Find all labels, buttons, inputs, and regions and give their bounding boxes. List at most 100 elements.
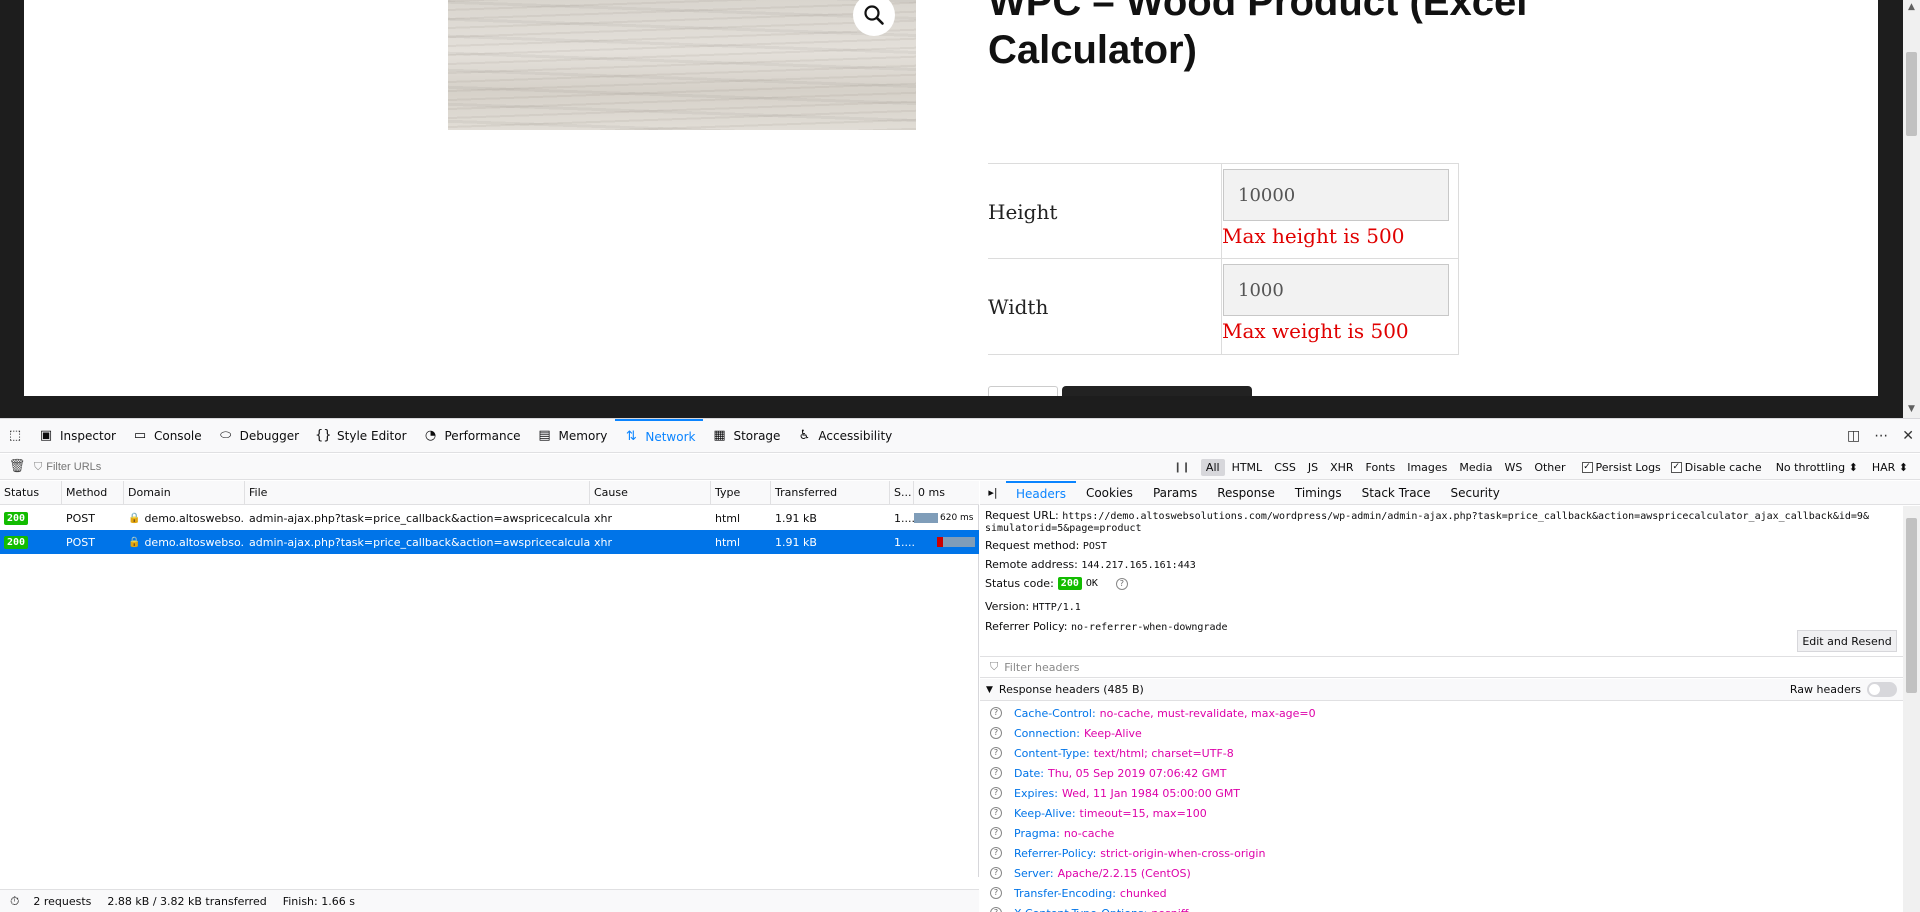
column-transferred[interactable]: Transferred (771, 481, 890, 504)
tab-network[interactable]: ⇅ Network (615, 418, 704, 453)
filter-type-js[interactable]: JS (1303, 459, 1323, 476)
response-header-row[interactable]: ? X-Content-Type-Options: nosniff (990, 903, 1188, 912)
status-label: Status code: (985, 577, 1054, 590)
column-cause[interactable]: Cause (590, 481, 711, 504)
height-input[interactable] (1223, 169, 1449, 221)
header-value: text/html; charset=UTF-8 (1093, 746, 1234, 760)
tab-timings[interactable]: Timings (1285, 481, 1352, 505)
referrer-label: Referrer Policy: (985, 620, 1068, 633)
help-icon[interactable]: ? (990, 747, 1002, 759)
help-icon[interactable]: ? (990, 887, 1002, 899)
page-scroll-thumb[interactable] (1906, 52, 1917, 136)
pause-icon[interactable]: ❙❙ (1172, 462, 1192, 473)
tab-memory[interactable]: ▤ Memory (529, 419, 616, 453)
details-scroll-thumb[interactable] (1906, 518, 1917, 693)
response-header-row[interactable]: ? Date: Thu, 05 Sep 2019 07:06:42 GMT (990, 763, 1227, 783)
help-icon[interactable]: ? (990, 907, 1002, 912)
response-header-row[interactable]: ? Expires: Wed, 11 Jan 1984 05:00:00 GMT (990, 783, 1240, 803)
tab-cookies[interactable]: Cookies (1076, 481, 1143, 505)
raw-headers-toggle[interactable]: Raw headers (1790, 682, 1897, 697)
header-value: nosniff (1151, 907, 1188, 912)
tab-inspector[interactable]: ▣ Inspector (30, 419, 124, 453)
response-header-row[interactable]: ? Transfer-Encoding: chunked (990, 883, 1167, 903)
column-file[interactable]: File (245, 481, 590, 504)
response-headers-section[interactable]: ▼ Response headers (485 B) Raw headers (980, 679, 1903, 701)
scroll-down-icon[interactable]: ▼ (1906, 404, 1917, 414)
header-value: no-cache (1063, 826, 1115, 840)
tab-debugger[interactable]: ⬭ Debugger (210, 419, 307, 453)
response-header-row[interactable]: ? Server: Apache/2.2.15 (CentOS) (990, 863, 1191, 883)
tab-storage[interactable]: ▦ Storage (703, 419, 788, 453)
method-text: POST (66, 511, 95, 525)
quantity-input[interactable] (988, 386, 1058, 396)
har-menu[interactable]: HAR ⬍ (1872, 461, 1908, 474)
filter-type-all[interactable]: All (1200, 458, 1225, 476)
help-icon[interactable]: ? (990, 807, 1002, 819)
filter-type-images[interactable]: Images (1402, 459, 1452, 476)
stopwatch-icon[interactable]: ⏱ (10, 894, 19, 909)
column-waterfall[interactable]: 0 ms (914, 481, 979, 504)
filter-type-css[interactable]: CSS (1269, 459, 1301, 476)
headers-panel: Request URL: https://demo.altoswebsoluti… (980, 506, 1903, 912)
column-method[interactable]: Method (62, 481, 124, 504)
details-scrollbar[interactable] (1903, 506, 1920, 912)
request-url-continued: simulatorid=5&page=product (985, 523, 1142, 534)
tab-headers[interactable]: Headers (1006, 481, 1076, 505)
help-icon[interactable]: ? (990, 847, 1002, 859)
help-icon[interactable]: ? (990, 787, 1002, 799)
width-error: Max weight is 500 (1222, 319, 1409, 343)
page-scrollbar[interactable]: ▲ ▼ (1903, 0, 1920, 418)
column-type[interactable]: Type (711, 481, 771, 504)
response-header-row[interactable]: ? Connection: Keep-Alive (990, 723, 1142, 743)
filter-type-xhr[interactable]: XHR (1325, 459, 1358, 476)
add-to-cart-button[interactable] (1062, 386, 1252, 396)
dock-toggle-icon[interactable]: ◫ (1847, 428, 1860, 444)
edit-resend-button[interactable]: Edit and Resend (1797, 630, 1897, 652)
response-header-row[interactable]: ? Content-Type: text/html; charset=UTF-8 (990, 743, 1234, 763)
toggle-sidebar-icon[interactable]: ▸| (980, 486, 1006, 499)
help-icon[interactable]: ? (990, 827, 1002, 839)
help-icon[interactable]: ? (1115, 577, 1128, 590)
height-cell: Max height is 500 (1221, 164, 1459, 260)
tab-performance[interactable]: ◔ Performance (415, 419, 529, 453)
tab-console[interactable]: ▭ Console (124, 419, 210, 453)
close-icon[interactable]: ✕ (1902, 428, 1914, 444)
response-header-row[interactable]: ? Referrer-Policy: strict-origin-when-cros… (990, 843, 1265, 863)
filter-type-ws[interactable]: WS (1499, 459, 1527, 476)
response-header-row[interactable]: ? Pragma: no-cache (990, 823, 1114, 843)
tab-params[interactable]: Params (1143, 481, 1207, 505)
help-icon[interactable]: ? (990, 707, 1002, 719)
scroll-up-icon[interactable]: ▲ (1906, 2, 1917, 12)
more-options-icon[interactable]: ⋯ (1874, 428, 1888, 444)
help-icon[interactable]: ? (990, 867, 1002, 879)
column-domain[interactable]: Domain (124, 481, 245, 504)
filter-type-other[interactable]: Other (1529, 459, 1570, 476)
trash-icon[interactable]: 🗑 (0, 459, 34, 474)
throttling-select[interactable]: No throttling ⬍ (1776, 461, 1858, 474)
tab-style-editor[interactable]: {} Style Editor (307, 419, 414, 453)
filter-type-html[interactable]: HTML (1227, 459, 1268, 476)
header-name: Referrer-Policy: (1014, 846, 1097, 860)
width-input[interactable] (1223, 264, 1449, 316)
persist-logs-checkbox[interactable]: ✓ Persist Logs (1581, 461, 1661, 474)
tab-security[interactable]: Security (1441, 481, 1510, 505)
help-icon[interactable]: ? (990, 727, 1002, 739)
method-value: POST (1082, 541, 1107, 552)
help-icon[interactable]: ? (990, 767, 1002, 779)
response-header-row[interactable]: ? Cache-Control: no-cache, must-revalidate… (990, 703, 1316, 723)
tab-accessibility[interactable]: ♿ Accessibility (788, 419, 900, 453)
toggle-switch[interactable] (1867, 682, 1897, 697)
disable-cache-checkbox[interactable]: ✓ Disable cache (1670, 461, 1762, 474)
response-header-row[interactable]: ? Keep-Alive: timeout=15, max=100 (990, 803, 1207, 823)
column-status[interactable]: Status (0, 481, 62, 504)
request-row-selected[interactable]: 200 POST 🔒 demo.altoswebso... admin-ajax.… (0, 530, 979, 554)
tab-response[interactable]: Response (1207, 481, 1285, 505)
filter-type-fonts[interactable]: Fonts (1361, 459, 1401, 476)
filter-urls-input[interactable] (42, 455, 303, 478)
filter-headers-input[interactable]: ⛉ Filter headers (980, 656, 1903, 678)
request-row[interactable]: 200 POST 🔒 demo.altoswebso... admin-ajax.… (0, 506, 979, 530)
tab-stack-trace[interactable]: Stack Trace (1352, 481, 1441, 505)
filter-type-media[interactable]: Media (1454, 459, 1497, 476)
element-picker-icon[interactable]: ⬚ (0, 419, 30, 453)
column-size[interactable]: S... (890, 481, 914, 504)
